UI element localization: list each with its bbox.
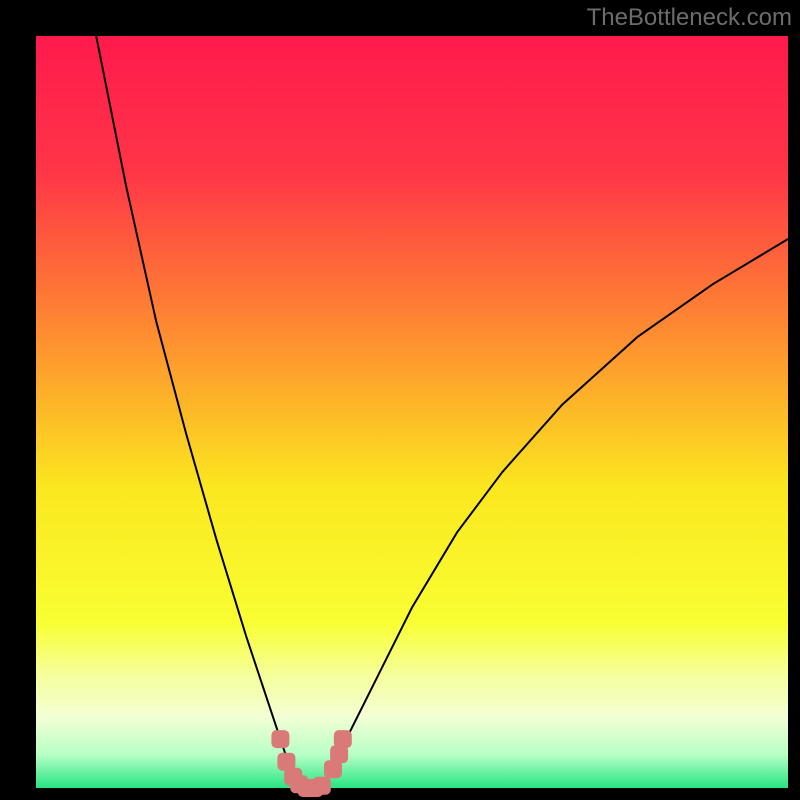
curve-marker (334, 730, 352, 748)
curve-marker (313, 777, 331, 795)
curve-marker (271, 730, 289, 748)
chart-canvas: TheBottleneck.com (0, 0, 800, 800)
plot-background (36, 36, 788, 788)
watermark-text: TheBottleneck.com (587, 4, 792, 32)
bottleneck-chart (0, 0, 800, 800)
